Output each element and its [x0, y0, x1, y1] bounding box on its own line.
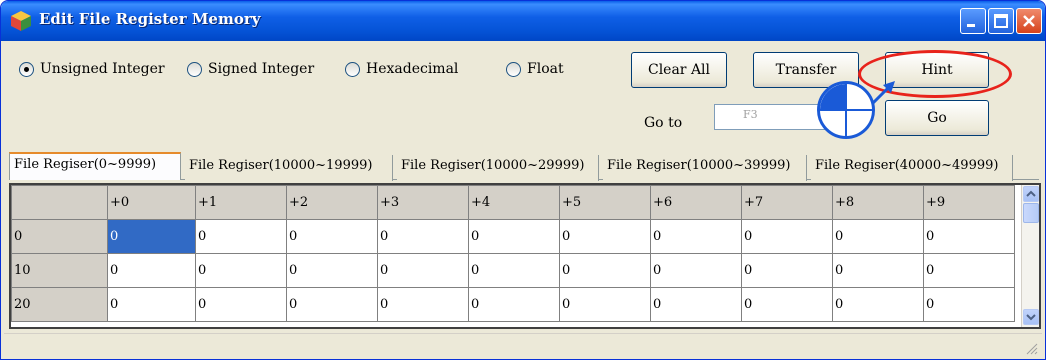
title-bar[interactable]: Edit File Register Memory: [1, 1, 1045, 41]
column-header[interactable]: +0: [107, 185, 196, 220]
tab-file-register-0[interactable]: File Regiser(0~9999): [9, 152, 181, 180]
table-cell[interactable]: 0: [650, 253, 742, 288]
table-cell[interactable]: 0: [923, 287, 1015, 322]
column-header[interactable]: +3: [377, 185, 469, 220]
header-row: +0 +1 +2 +3 +4 +5 +6 +7 +8 +9: [11, 185, 1015, 220]
resize-grip-icon[interactable]: [1024, 341, 1038, 355]
table-cell[interactable]: 0: [559, 253, 651, 288]
table-cell[interactable]: 0: [107, 287, 196, 322]
tab-file-register-4[interactable]: File Regiser(40000~49999): [811, 155, 1013, 181]
table-cell[interactable]: 0: [377, 287, 469, 322]
clear-all-button[interactable]: Clear All: [631, 52, 727, 88]
table-row: 20 0 0 0 0 0 0 0 0 0 0: [11, 287, 1015, 322]
radio-hexadecimal[interactable]: Hexadecimal: [345, 59, 458, 79]
scroll-up-button[interactable]: [1023, 186, 1039, 202]
table-cell[interactable]: 0: [650, 287, 742, 322]
row-header[interactable]: 20: [11, 287, 108, 322]
radio-label: Float: [527, 61, 564, 77]
table-cell[interactable]: 0: [286, 253, 378, 288]
radio-button[interactable]: [345, 61, 360, 77]
column-header[interactable]: +9: [923, 185, 1015, 220]
table-cell[interactable]: 0: [468, 253, 560, 288]
minimize-icon: [967, 24, 975, 27]
table-cell[interactable]: 0: [468, 219, 560, 254]
table-cell[interactable]: 0: [741, 287, 833, 322]
radio-label: Hexadecimal: [366, 61, 459, 77]
table-cell[interactable]: 0: [559, 219, 651, 254]
table-cell[interactable]: 0: [559, 287, 651, 322]
table-cell[interactable]: 0: [286, 287, 378, 322]
table-cell[interactable]: 0: [923, 219, 1015, 254]
cube-icon: [11, 11, 31, 31]
radio-signed-integer[interactable]: Signed Integer: [187, 59, 314, 79]
corner-cell: [11, 185, 108, 220]
table-cell[interactable]: 0: [377, 253, 469, 288]
radio-label: Unsigned Integer: [40, 61, 165, 77]
goto-input[interactable]: F3: [714, 104, 826, 130]
register-grid: +0 +1 +2 +3 +4 +5 +6 +7 +8 +9 0 0 0 0 0 …: [9, 183, 1041, 329]
column-header[interactable]: +1: [195, 185, 287, 220]
tab-file-register-3[interactable]: File Regiser(10000~39999): [603, 155, 807, 181]
table-cell[interactable]: 0: [468, 287, 560, 322]
column-header[interactable]: +2: [286, 185, 378, 220]
mouse-click-icon: [820, 84, 872, 136]
column-header[interactable]: +5: [559, 185, 651, 220]
tab-file-register-1[interactable]: File Regiser(10000~19999): [185, 155, 393, 181]
table-cell[interactable]: 0: [923, 253, 1015, 288]
scroll-down-button[interactable]: [1023, 309, 1039, 325]
table-cell[interactable]: 0: [741, 219, 833, 254]
table-cell[interactable]: 0: [195, 253, 287, 288]
register-table: +0 +1 +2 +3 +4 +5 +6 +7 +8 +9 0 0 0 0 0 …: [11, 185, 1015, 322]
radio-float[interactable]: Float: [506, 59, 564, 79]
radio-button[interactable]: [19, 61, 34, 77]
table-cell-selected[interactable]: 0: [107, 219, 196, 254]
close-icon: [1023, 15, 1035, 27]
table-cell[interactable]: 0: [832, 219, 924, 254]
vertical-scrollbar[interactable]: [1021, 185, 1039, 327]
edit-file-register-window: Edit File Register Memory Unsigned Integ…: [0, 0, 1046, 360]
row-header[interactable]: 0: [11, 219, 108, 254]
table-cell[interactable]: 0: [832, 287, 924, 322]
column-header[interactable]: +7: [741, 185, 833, 220]
tab-file-register-2[interactable]: File Regiser(10000~29999): [397, 155, 599, 181]
window-title: Edit File Register Memory: [39, 10, 261, 28]
chevron-up-icon: [1026, 190, 1036, 197]
table-cell[interactable]: 0: [195, 219, 287, 254]
scroll-thumb[interactable]: [1023, 203, 1039, 223]
radio-button[interactable]: [187, 61, 202, 77]
table-cell[interactable]: 0: [832, 253, 924, 288]
chevron-down-icon: [1026, 314, 1036, 321]
minimize-button[interactable]: [960, 8, 986, 34]
table-cell[interactable]: 0: [107, 253, 196, 288]
maximize-button[interactable]: [988, 8, 1014, 34]
table-cell[interactable]: 0: [650, 219, 742, 254]
table-row: 0 0 0 0 0 0 0 0 0 0 0: [11, 219, 1015, 254]
table-cell[interactable]: 0: [286, 219, 378, 254]
goto-label: Go to: [644, 115, 683, 131]
table-cell[interactable]: 0: [377, 219, 469, 254]
radio-label: Signed Integer: [208, 61, 315, 77]
column-header[interactable]: +8: [832, 185, 924, 220]
radio-button[interactable]: [506, 61, 521, 77]
radio-unsigned-integer[interactable]: Unsigned Integer: [19, 59, 165, 79]
table-cell[interactable]: 0: [195, 287, 287, 322]
table-row: 10 0 0 0 0 0 0 0 0 0 0: [11, 253, 1015, 288]
click-indicator-icon: [817, 81, 875, 139]
column-header[interactable]: +4: [468, 185, 560, 220]
close-button[interactable]: [1016, 8, 1042, 34]
status-bar: [4, 333, 1042, 357]
table-cell[interactable]: 0: [741, 253, 833, 288]
column-header[interactable]: +6: [650, 185, 742, 220]
maximize-icon: [994, 14, 1008, 28]
row-header[interactable]: 10: [11, 253, 108, 288]
